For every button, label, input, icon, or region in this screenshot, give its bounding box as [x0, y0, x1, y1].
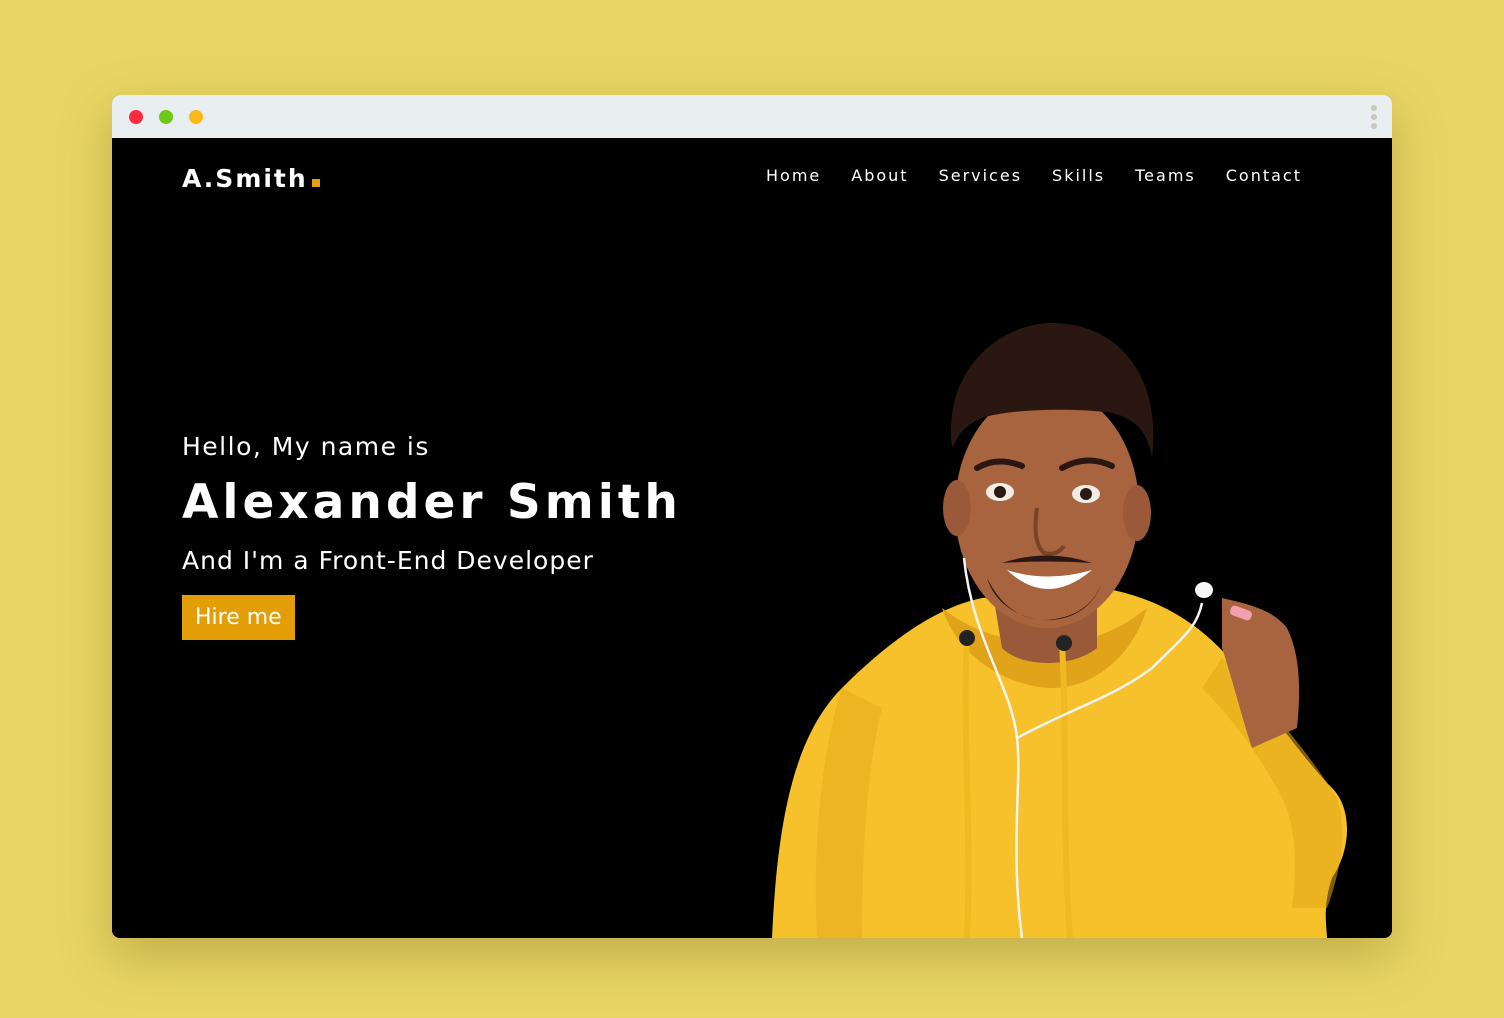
browser-window: A.Smith Home About Services Skills Teams… — [112, 95, 1392, 938]
kebab-icon[interactable] — [1370, 105, 1378, 129]
site-logo[interactable]: A.Smith — [182, 164, 320, 193]
hero-name: Alexander Smith — [182, 475, 682, 530]
nav-item-about[interactable]: About — [851, 166, 908, 185]
nav-item-contact[interactable]: Contact — [1226, 166, 1302, 185]
main-nav: Home About Services Skills Teams Contact — [766, 166, 1302, 185]
hero-greeting: Hello, My name is — [182, 432, 430, 461]
nav-item-home[interactable]: Home — [766, 166, 821, 185]
minimize-window-button[interactable] — [159, 110, 173, 124]
nav-item-services[interactable]: Services — [939, 166, 1022, 185]
logo-dot-icon — [311, 179, 320, 187]
hero-role: And I'm a Front-End Developer — [182, 546, 594, 575]
nav-item-skills[interactable]: Skills — [1052, 166, 1105, 185]
logo-text: A.Smith — [182, 164, 308, 193]
close-window-button[interactable] — [129, 110, 143, 124]
hero-text: Hello, My name is Alexander Smith And I'… — [182, 432, 682, 640]
hire-me-button[interactable]: Hire me — [182, 595, 295, 640]
maximize-window-button[interactable] — [189, 110, 203, 124]
web-page: A.Smith Home About Services Skills Teams… — [112, 138, 1392, 938]
nav-item-teams[interactable]: Teams — [1135, 166, 1196, 185]
hero-portrait — [772, 323, 1347, 938]
browser-titlebar — [112, 95, 1392, 138]
